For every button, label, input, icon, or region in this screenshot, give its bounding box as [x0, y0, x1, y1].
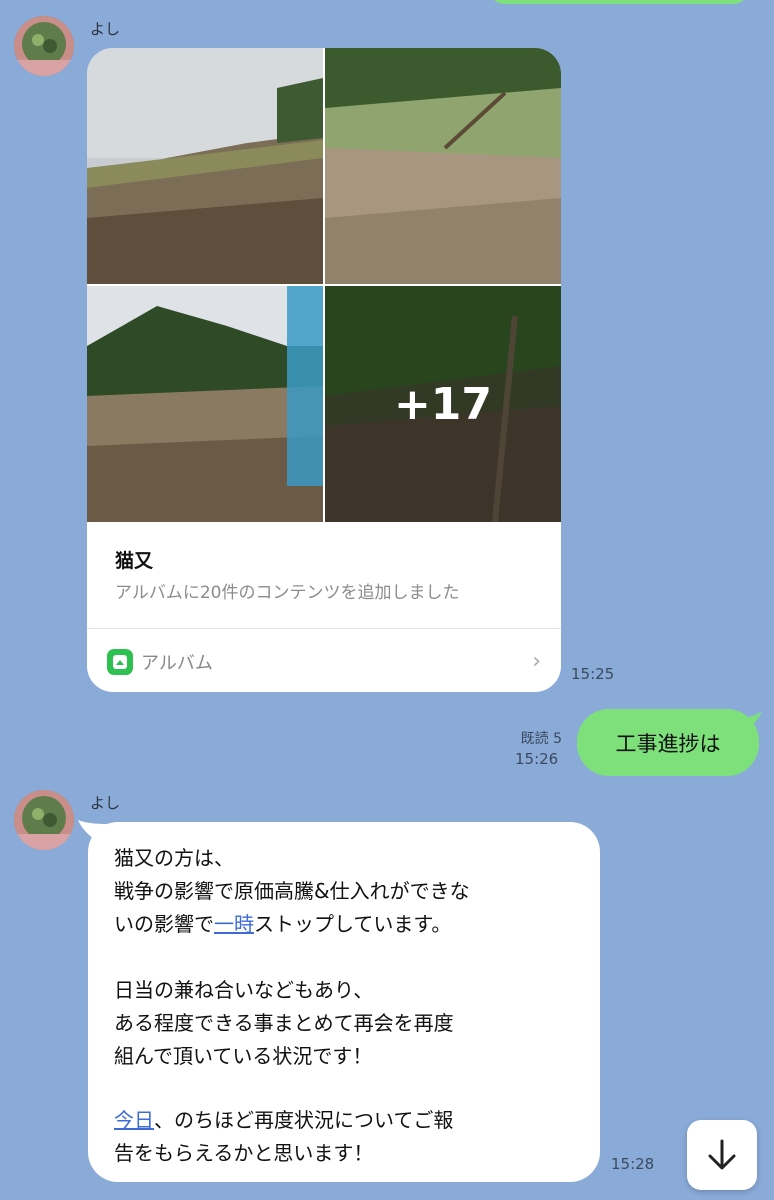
message-time: 15:26 [515, 750, 559, 768]
message-line: 今日、のちほど再度状況についてご報 [114, 1104, 453, 1133]
message-line: 組んで頂いている状況です！ [114, 1044, 373, 1068]
outgoing-message[interactable]: 工事進捗は [577, 709, 759, 776]
album-icon [107, 649, 133, 675]
date-link[interactable]: 今日 [114, 1108, 154, 1132]
incoming-message[interactable]: 猫又の方は、 戦争の影響で原価高騰&仕入れができな いの影響で一時ストップしてい… [88, 822, 600, 1182]
message-time: 15:25 [571, 665, 615, 683]
album-description: アルバムに20件のコンテンツを追加しました [115, 583, 460, 603]
album-photo-2[interactable] [325, 48, 561, 284]
sender-name: よし [90, 20, 121, 38]
avatar-icon[interactable] [14, 16, 74, 76]
message-line: 猫又の方は、 [114, 846, 234, 870]
message-text: ストップしています。 [254, 912, 452, 936]
album-footer-label: アルバム [141, 653, 213, 674]
avatar-icon[interactable] [14, 790, 74, 850]
read-receipt: 既読 5 [520, 731, 562, 747]
album-title: 猫又 [115, 550, 154, 572]
sender-name: よし [90, 794, 121, 812]
scroll-to-bottom-button[interactable] [687, 1120, 757, 1190]
previous-outgoing-bubble[interactable] [488, 0, 750, 4]
album-photo-4[interactable]: +17 [325, 286, 561, 522]
message-text: いの影響で [114, 912, 214, 936]
message-line: ある程度できる事まとめて再会を再度 [114, 1011, 454, 1035]
message-line: 戦争の影響で原価高騰&仕入れができな [114, 879, 470, 903]
message-line: いの影響で一時ストップしています。 [114, 908, 451, 937]
message-time: 15:28 [611, 1155, 655, 1173]
album-photo-1[interactable] [87, 48, 323, 284]
chevron-right-icon: › [532, 649, 541, 674]
arrow-down-icon [708, 1139, 736, 1170]
message-line: 告をもらえるかと思います！ [114, 1141, 374, 1165]
time-link[interactable]: 一時 [214, 912, 254, 936]
message-text: 、のちほど再度状況についてご報 [154, 1108, 454, 1132]
album-footer-link[interactable]: アルバム › [87, 629, 561, 692]
album-photo-3[interactable] [87, 286, 323, 522]
album-card[interactable]: +17 猫又 アルバムに20件のコンテンツを追加しました アルバム › [87, 48, 561, 692]
message-line: 日当の兼ね合いなどもあり、 [114, 978, 374, 1002]
more-photos-count: +17 [325, 286, 561, 522]
